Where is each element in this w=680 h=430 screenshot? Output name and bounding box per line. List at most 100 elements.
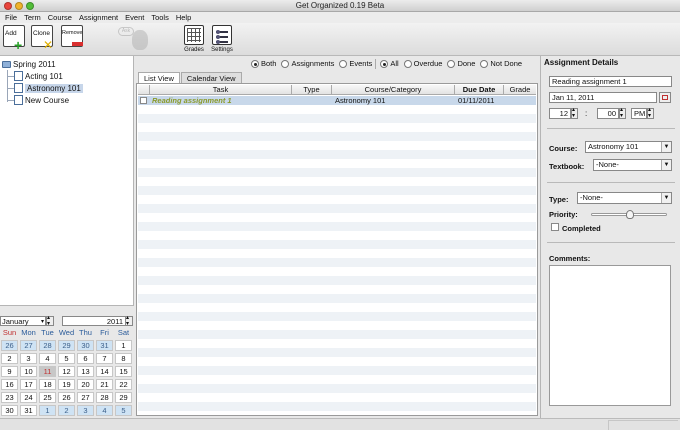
calendar-day-cell[interactable]: 23: [1, 392, 18, 403]
table-row[interactable]: Reading assignment 1 Astronomy 101 01/11…: [138, 96, 536, 105]
month-selector[interactable]: January ▾: [0, 316, 46, 326]
calendar-day-cell[interactable]: 10: [20, 366, 37, 377]
remove-button[interactable]: Remove: [60, 25, 86, 53]
tree-course-new-course[interactable]: New Course: [14, 94, 69, 106]
calendar-day-cell[interactable]: 7: [96, 353, 113, 364]
calendar-day-cell[interactable]: 31: [20, 405, 37, 416]
calendar-day-cell[interactable]: 22: [115, 379, 132, 390]
minute-spinner[interactable]: [619, 106, 626, 120]
tree-course-astronomy-101[interactable]: Astronomy 101: [14, 82, 83, 94]
grades-button[interactable]: Grades: [181, 25, 207, 55]
column-header-checkbox[interactable]: [138, 85, 150, 94]
calendar-day-cell[interactable]: 28: [39, 340, 56, 351]
calendar-picker-button[interactable]: [659, 92, 671, 103]
calendar-day-cell[interactable]: 11: [39, 366, 56, 377]
calendar-day-cell[interactable]: 29: [115, 392, 132, 403]
ask-button[interactable]: Ask: [118, 27, 156, 53]
calendar-day-cell[interactable]: 2: [1, 353, 18, 364]
calendar-day-cell[interactable]: 28: [96, 392, 113, 403]
calendar-day-cell[interactable]: 18: [39, 379, 56, 390]
calendar-day-cell[interactable]: 26: [1, 340, 18, 351]
weekday-label: Thu: [79, 328, 92, 337]
priority-slider[interactable]: [591, 210, 667, 219]
calendar-day-cell[interactable]: 12: [58, 366, 75, 377]
month-spinner[interactable]: [46, 314, 54, 328]
column-header-type[interactable]: Type: [292, 85, 332, 94]
calendar-day-cell[interactable]: 1: [115, 340, 132, 351]
filter-done-radio[interactable]: [447, 59, 456, 68]
filter-both-radio[interactable]: [251, 59, 259, 68]
minute-field[interactable]: 00: [597, 108, 619, 119]
clone-button[interactable]: Clone ✕: [30, 25, 56, 53]
calendar-day-cell[interactable]: 24: [20, 392, 37, 403]
calendar-day-cell[interactable]: 14: [96, 366, 113, 377]
settings-button[interactable]: Settings: [209, 25, 235, 55]
calendar-day-cell[interactable]: 16: [1, 379, 18, 390]
filter-all-radio[interactable]: [380, 59, 389, 68]
calendar-day-cell[interactable]: 27: [20, 340, 37, 351]
tree-term-spring-2011[interactable]: Spring 2011: [2, 58, 56, 70]
calendar-day-cell[interactable]: 30: [77, 340, 94, 351]
menu-assignment[interactable]: Assignment: [76, 12, 122, 23]
priority-slider-knob[interactable]: [626, 210, 634, 219]
calendar-day-cell[interactable]: 8: [115, 353, 132, 364]
calendar-day-cell[interactable]: 4: [39, 353, 56, 364]
filter-not-done-label: Not Done: [490, 59, 523, 68]
calendar-day-cell[interactable]: 3: [77, 405, 94, 416]
filter-overdue-radio[interactable]: [403, 59, 412, 68]
type-select[interactable]: -None- ▼: [577, 192, 672, 204]
calendar-day-cell[interactable]: 30: [1, 405, 18, 416]
comments-textarea[interactable]: [549, 265, 671, 406]
calendar-day-cell[interactable]: 6: [77, 353, 94, 364]
row-done-checkbox[interactable]: [140, 97, 147, 104]
menu-term[interactable]: Term: [21, 12, 45, 23]
hour-field[interactable]: 12: [549, 108, 571, 119]
calendar-day-cell[interactable]: 4: [96, 405, 113, 416]
column-header-task[interactable]: Task: [150, 85, 292, 94]
calendar-day-cell[interactable]: 29: [58, 340, 75, 351]
resize-grip[interactable]: [608, 420, 678, 430]
filter-events-radio[interactable]: [339, 59, 348, 68]
add-button[interactable]: Add +: [2, 25, 28, 53]
ampm-spinner[interactable]: [647, 106, 654, 120]
calendar-day-cell[interactable]: 19: [58, 379, 75, 390]
calendar-day-cell[interactable]: 13: [77, 366, 94, 377]
ampm-field[interactable]: PM: [631, 108, 647, 119]
year-spinner[interactable]: 2011: [62, 314, 133, 328]
course-tree[interactable]: Spring 2011 Acting 101 Astronomy 101 New…: [0, 56, 134, 306]
calendar-day-cell[interactable]: 9: [1, 366, 18, 377]
textbook-select[interactable]: -None- ▼: [593, 159, 672, 171]
column-header-grade[interactable]: Grade: [504, 85, 536, 94]
tab-list-view[interactable]: List View: [138, 72, 180, 83]
filter-not-done-radio[interactable]: [480, 59, 489, 68]
course-select[interactable]: Astronomy 101 ▼: [585, 141, 672, 153]
calendar-day-cell[interactable]: 1: [39, 405, 56, 416]
due-date-field[interactable]: Jan 11, 2011: [549, 92, 657, 103]
calendar-day-cell[interactable]: 27: [77, 392, 94, 403]
column-header-due-date[interactable]: Due Date: [455, 85, 504, 94]
completed-checkbox[interactable]: [551, 223, 559, 231]
tab-calendar-view[interactable]: Calendar View: [180, 72, 242, 83]
calendar-day-cell[interactable]: 2: [58, 405, 75, 416]
calendar-day-cell[interactable]: 26: [58, 392, 75, 403]
calendar-day-cell[interactable]: 3: [20, 353, 37, 364]
menu-file[interactable]: File: [2, 12, 21, 23]
tree-course-acting-101[interactable]: Acting 101: [14, 70, 63, 82]
menu-tools[interactable]: Tools: [148, 12, 173, 23]
column-header-course[interactable]: Course/Category: [332, 85, 455, 94]
filter-both-label: Both: [261, 59, 277, 68]
calendar-day-cell[interactable]: 21: [96, 379, 113, 390]
calendar-day-cell[interactable]: 5: [115, 405, 132, 416]
menu-help[interactable]: Help: [173, 12, 195, 23]
calendar-day-cell[interactable]: 15: [115, 366, 132, 377]
filter-assignments-radio[interactable]: [281, 59, 290, 68]
assignment-name-field[interactable]: Reading assignment 1: [549, 76, 672, 87]
hour-spinner[interactable]: [571, 106, 578, 120]
calendar-day-cell[interactable]: 20: [77, 379, 94, 390]
calendar-day-cell[interactable]: 5: [58, 353, 75, 364]
calendar-day-cell[interactable]: 17: [20, 379, 37, 390]
menu-event[interactable]: Event: [122, 12, 148, 23]
menu-course[interactable]: Course: [45, 12, 76, 23]
calendar-day-cell[interactable]: 31: [96, 340, 113, 351]
calendar-day-cell[interactable]: 25: [39, 392, 56, 403]
